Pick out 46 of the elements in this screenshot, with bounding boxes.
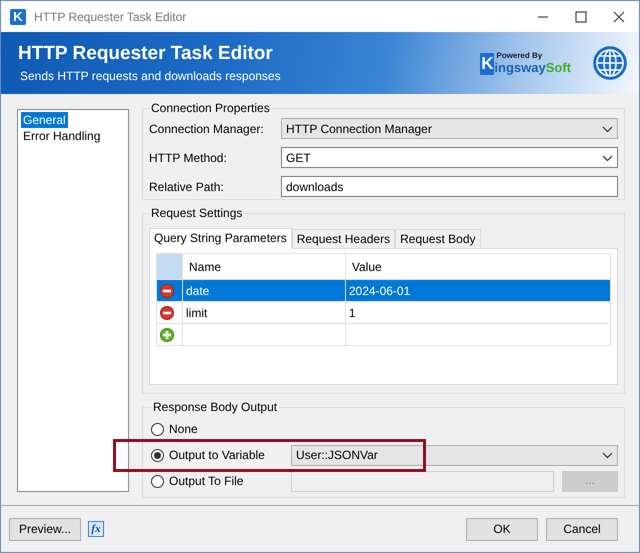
banner-title: HTTP Requester Task Editor [18,43,274,65]
dropdown[interactable]: HTTP Connection Manager [281,118,618,139]
field-label: Relative Path: [149,180,225,194]
tab[interactable]: Request Body [395,229,480,248]
chevron-icon [602,154,613,162]
globe-icon [593,46,627,80]
table-cell[interactable] [345,324,610,346]
app-icon: K [10,8,26,24]
table-cell[interactable] [182,324,346,346]
preview-button[interactable]: Preview... [9,518,81,540]
chevron-icon [602,451,613,459]
nav-item[interactable]: General [21,112,68,128]
radio-option[interactable]: Output To File [151,474,283,488]
field-label: Connection Manager: [149,122,265,136]
table-cell[interactable]: 2024-06-01 [345,280,610,302]
radio-button[interactable] [151,422,164,436]
ok-button[interactable]: OK [466,518,538,540]
group-title: Connection Properties [150,101,271,115]
close-icon[interactable] [613,10,625,22]
radio-button[interactable] [151,474,164,488]
group-title: Response Body Output [152,400,278,414]
expression-button[interactable]: fx [88,521,104,537]
field-label: HTTP Method: [149,150,228,164]
nav-item[interactable]: Error Handling [21,128,102,144]
table-cell[interactable]: 1 [345,302,610,324]
dropdown[interactable]: User::JSONVar [291,444,618,466]
maximize-icon[interactable] [575,10,587,22]
text-field[interactable]: downloads [281,176,618,197]
table-cell[interactable]: date [182,280,346,302]
tab[interactable]: Query String Parameters [149,228,292,249]
column-header: Value [345,254,610,280]
radio-option[interactable]: None [151,422,283,436]
add-icon[interactable] [160,328,174,342]
tab[interactable]: Request Headers [292,229,396,248]
window-title: HTTP Requester Task Editor [34,10,188,24]
banner-subtitle: Sends HTTP requests and downloads responses [19,69,282,83]
column-header: Name [182,254,346,280]
remove-icon[interactable] [160,306,174,320]
group-title: Request Settings [150,206,244,220]
table-cell[interactable]: limit [182,302,346,324]
cancel-button[interactable]: Cancel [546,518,618,540]
radio-button[interactable] [151,448,164,462]
dropdown[interactable]: GET [281,147,618,168]
remove-icon[interactable] [160,284,174,298]
radio-option[interactable]: Output to Variable [151,448,283,462]
chevron-icon [602,124,613,132]
